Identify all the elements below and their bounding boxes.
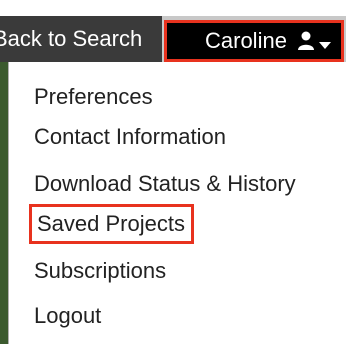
nav-bar: Back to Search Caroline — [0, 0, 346, 62]
user-dropdown-menu: Preferences Contact Information Download… — [8, 62, 346, 344]
back-to-search-label: Back to Search — [0, 26, 143, 51]
back-to-search-link[interactable]: Back to Search — [0, 16, 162, 62]
user-menu-toggle[interactable]: Caroline — [164, 20, 344, 62]
user-name: Caroline — [205, 28, 287, 53]
background-edge — [0, 62, 8, 344]
menu-item-preferences[interactable]: Preferences — [34, 83, 153, 111]
nav-top-strip — [0, 0, 346, 16]
menu-item-saved-projects[interactable]: Saved Projects — [29, 204, 194, 244]
user-icon — [297, 31, 315, 51]
menu-item-contact-information[interactable]: Contact Information — [34, 123, 226, 151]
caret-down-icon — [318, 37, 331, 49]
menu-item-logout[interactable]: Logout — [34, 302, 101, 330]
menu-item-download-status-history[interactable]: Download Status & History — [34, 170, 296, 198]
menu-item-subscriptions[interactable]: Subscriptions — [34, 257, 166, 285]
